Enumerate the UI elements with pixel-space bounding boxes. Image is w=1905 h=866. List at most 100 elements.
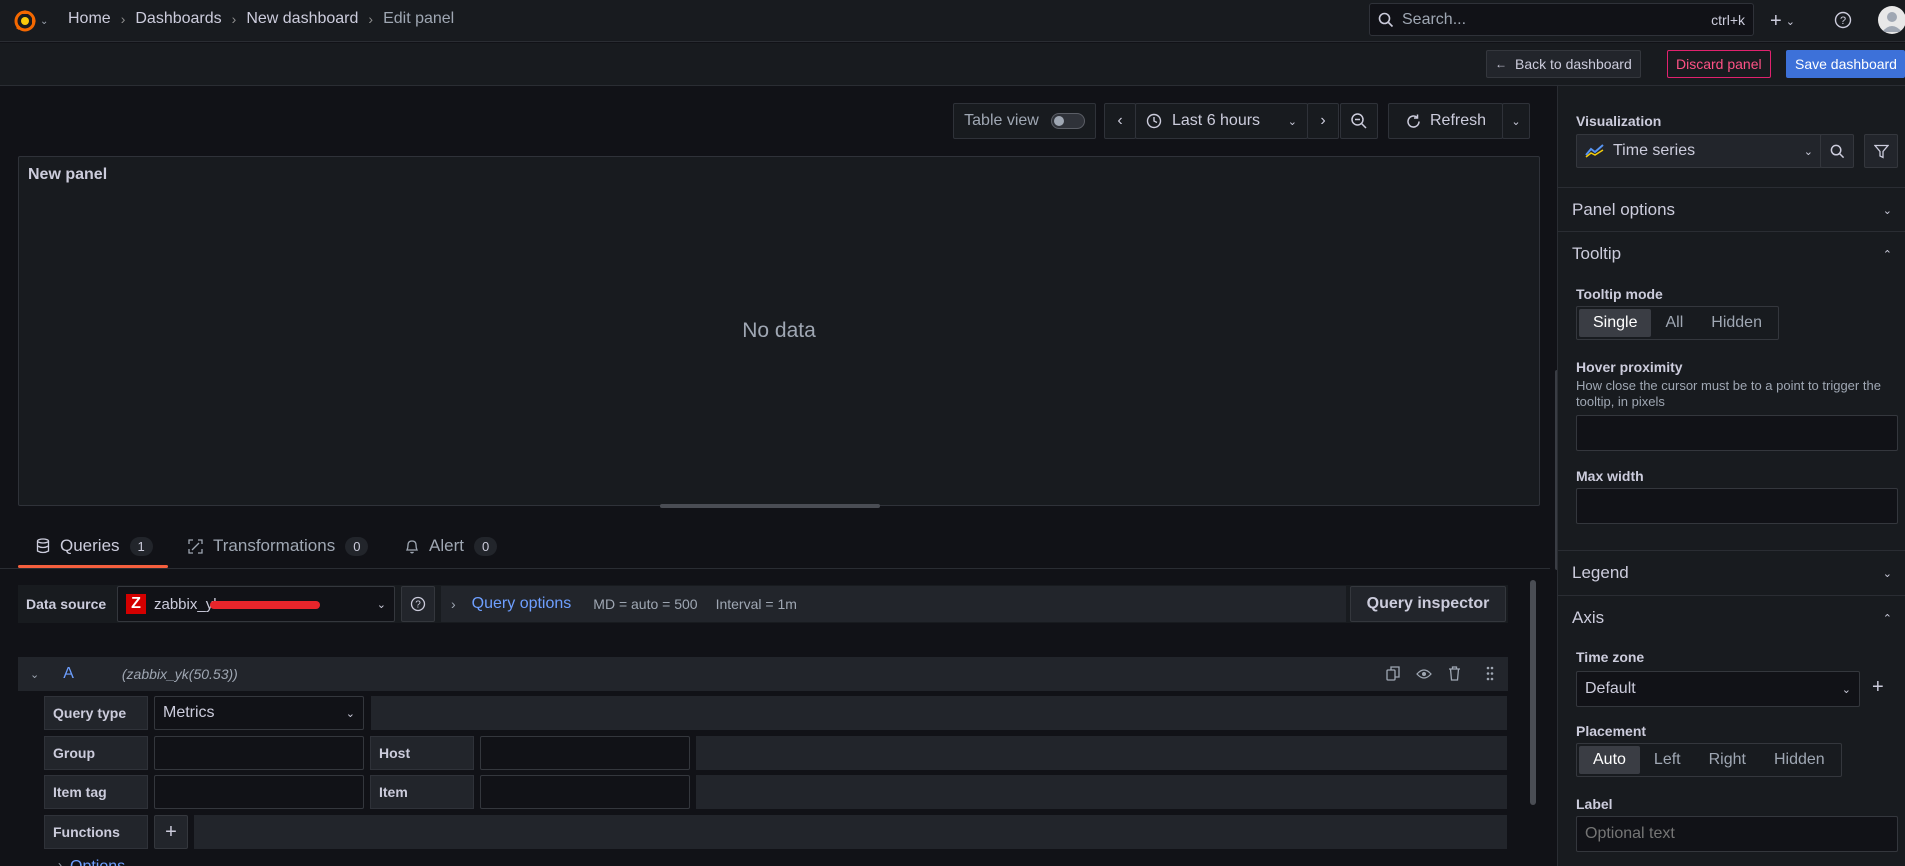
hover-proximity-input[interactable] <box>1576 415 1898 451</box>
help-button[interactable]: ? <box>1834 11 1852 34</box>
options-toggle[interactable]: › Options <box>44 854 125 866</box>
query-ref-id[interactable]: A <box>63 665 74 683</box>
eye-icon[interactable] <box>1416 667 1432 685</box>
grafana-logo-menu[interactable]: ⌄ <box>12 8 48 34</box>
duplicate-icon[interactable] <box>1386 666 1400 686</box>
hover-proximity-description: How close the cursor must be to a point … <box>1576 378 1881 409</box>
save-dashboard-button[interactable]: Save dashboard <box>1786 50 1905 78</box>
chevron-right-icon: › <box>368 11 374 27</box>
visualization-value: Time series <box>1613 142 1696 159</box>
refresh-label: Refresh <box>1429 112 1487 129</box>
tab-alert-label: Alert <box>429 536 464 555</box>
tooltip-mode-all[interactable]: All <box>1651 309 1697 337</box>
chevron-left-icon: ‹ <box>1117 112 1123 129</box>
query-scrollbar[interactable] <box>1530 580 1536 805</box>
placement-left[interactable]: Left <box>1640 746 1695 774</box>
tab-queries-count: 1 <box>129 536 153 556</box>
placement-auto[interactable]: Auto <box>1579 746 1640 774</box>
item-tag-input[interactable] <box>154 775 364 809</box>
plus-icon: + <box>1770 10 1782 32</box>
chevron-up-icon: ⌃ <box>1882 248 1892 261</box>
new-button[interactable]: + ⌄ <box>1770 10 1795 33</box>
add-function-button[interactable]: + <box>154 815 188 849</box>
search-shortcut: ctrl+k <box>1711 11 1745 28</box>
chevron-down-icon[interactable]: ⌄ <box>30 668 39 681</box>
save-dashboard-label: Save dashboard <box>1795 56 1897 72</box>
discard-panel-button[interactable]: Discard panel <box>1667 50 1771 78</box>
chevron-right-icon: › <box>58 858 62 866</box>
tab-alert[interactable]: Alert 0 <box>405 528 498 564</box>
top-nav-bar: ⌄ Home › Dashboards › New dashboard › Ed… <box>0 0 1905 42</box>
visualization-search-button[interactable] <box>1820 134 1854 168</box>
panel-preview: New panel No data <box>18 156 1540 506</box>
row-filler <box>371 696 1507 730</box>
avatar[interactable] <box>1878 6 1905 34</box>
refresh-interval-dropdown[interactable]: ⌄ <box>1502 103 1530 139</box>
breadcrumb-new-dashboard[interactable]: New dashboard <box>246 10 358 28</box>
table-view-toggle[interactable]: Table view <box>953 103 1096 139</box>
help-icon: ? <box>410 596 426 612</box>
tab-alert-count: 0 <box>473 536 498 556</box>
legend-section[interactable]: Legend ⌄ <box>1558 550 1905 595</box>
axis-section[interactable]: Axis ⌃ <box>1558 595 1905 640</box>
item-input[interactable] <box>480 775 690 809</box>
drag-handle-icon[interactable] <box>1486 666 1494 686</box>
back-to-dashboard-button[interactable]: ← Back to dashboard <box>1486 50 1641 78</box>
trash-icon[interactable] <box>1448 666 1461 686</box>
query-options-bar[interactable]: › Query options MD = auto = 500 Interval… <box>441 586 1346 622</box>
datasource-help-button[interactable]: ? <box>401 586 435 622</box>
active-tab-indicator <box>18 565 168 568</box>
search-icon <box>1378 12 1394 27</box>
zoom-out-button[interactable] <box>1340 103 1378 139</box>
chevron-right-icon: › <box>451 596 456 612</box>
discard-panel-label: Discard panel <box>1676 56 1762 72</box>
tooltip-section[interactable]: Tooltip ⌃ <box>1558 231 1905 276</box>
group-input[interactable] <box>154 736 364 770</box>
row-filler <box>696 775 1507 809</box>
tab-queries-label: Queries <box>60 536 120 555</box>
time-range-forward-button[interactable]: › <box>1307 103 1339 139</box>
visualization-picker[interactable]: Time series ⌄ <box>1576 134 1822 168</box>
datasource-picker[interactable]: Z zabbix_yk ⌄ <box>117 586 395 622</box>
resize-splitter-handle[interactable] <box>660 504 880 508</box>
axis-label-input[interactable] <box>1576 816 1898 852</box>
chevron-down-icon: ⌄ <box>1287 115 1297 128</box>
time-zone-select[interactable]: Default ⌄ <box>1576 671 1860 707</box>
host-input[interactable] <box>480 736 690 770</box>
tab-queries[interactable]: Queries 1 <box>36 528 153 564</box>
query-options-link[interactable]: Query options <box>472 595 572 613</box>
breadcrumb-home[interactable]: Home <box>68 10 111 28</box>
chevron-down-icon: ⌄ <box>345 707 355 720</box>
panel-options-section[interactable]: Panel options ⌄ <box>1558 187 1905 232</box>
breadcrumb-dashboards[interactable]: Dashboards <box>135 10 221 28</box>
row-filler <box>696 736 1507 770</box>
search-input[interactable]: Search... ctrl+k <box>1369 3 1754 36</box>
query-inspector-button[interactable]: Query inspector <box>1350 586 1506 622</box>
time-range-picker[interactable]: Last 6 hours ⌄ <box>1135 103 1308 139</box>
row-filler <box>194 815 1507 849</box>
placement-hidden[interactable]: Hidden <box>1760 746 1839 774</box>
chevron-down-icon: ⌄ <box>1785 16 1795 28</box>
clock-icon <box>1146 113 1162 129</box>
max-width-input[interactable] <box>1576 488 1898 524</box>
tab-transformations-label: Transformations <box>213 536 336 555</box>
toggle-switch[interactable] <box>1050 113 1085 129</box>
visualization-label: Visualization <box>1576 113 1662 129</box>
datasource-label: Data source <box>18 586 110 622</box>
time-zone-value: Default <box>1585 680 1636 697</box>
panel-options-label: Panel options <box>1572 200 1676 219</box>
query-row-header: ⌄ A (zabbix_yk(50.53)) <box>18 657 1508 691</box>
add-time-zone-button[interactable]: + <box>1872 676 1884 699</box>
refresh-button[interactable]: Refresh <box>1388 103 1503 139</box>
tooltip-mode-hidden[interactable]: Hidden <box>1697 309 1776 337</box>
chevron-right-icon: › <box>231 11 237 27</box>
query-type-select[interactable]: Metrics ⌄ <box>154 696 364 730</box>
placement-right[interactable]: Right <box>1695 746 1760 774</box>
tab-transformations[interactable]: Transformations 0 <box>188 528 369 564</box>
breadcrumb-edit-panel: Edit panel <box>383 10 455 27</box>
time-range-back-button[interactable]: ‹ <box>1104 103 1136 139</box>
tooltip-mode-single[interactable]: Single <box>1579 309 1652 337</box>
filter-button[interactable] <box>1864 134 1898 168</box>
legend-label: Legend <box>1572 563 1629 582</box>
back-to-dashboard-label: Back to dashboard <box>1515 56 1632 72</box>
